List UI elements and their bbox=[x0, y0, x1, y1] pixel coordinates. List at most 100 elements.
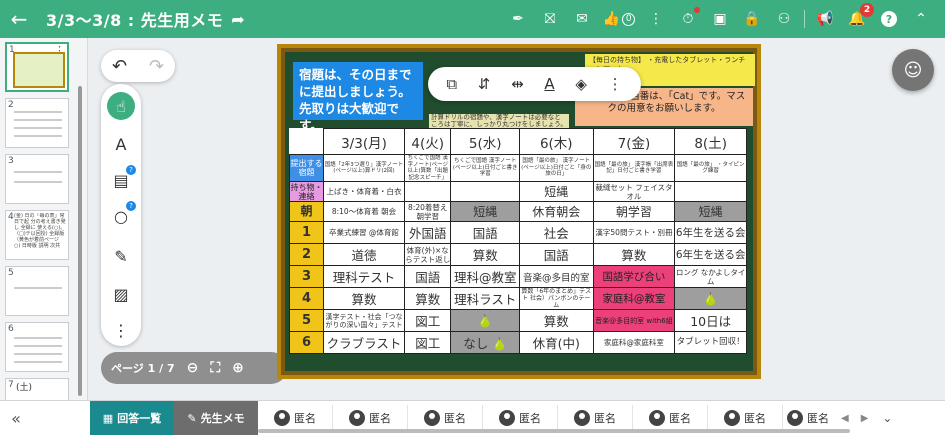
notification-badge: 2 bbox=[860, 3, 874, 17]
table-cell bbox=[450, 181, 520, 202]
table-cell: 朝学習 bbox=[592, 201, 676, 222]
lock-button[interactable]: 🔒 bbox=[739, 6, 765, 32]
row-label: 持ち物・連絡 bbox=[289, 181, 324, 202]
group-button[interactable]: ⚇ bbox=[771, 6, 797, 32]
help-button[interactable]: ? bbox=[876, 6, 902, 32]
student-entry[interactable]: 匿名 bbox=[783, 405, 833, 431]
presentation-button[interactable]: ⛝ bbox=[537, 6, 563, 32]
student-list-scrollbar[interactable] bbox=[258, 429, 850, 433]
back-button[interactable]: ← bbox=[0, 0, 38, 38]
drill-note[interactable]: 計算ドリルの宿題や、漢字ノートは必要なところは丁寧に、しっかり丸つけをしましょう… bbox=[429, 114, 569, 128]
table-cell: 図工 bbox=[403, 309, 452, 332]
thumbnail-scrollbar[interactable] bbox=[78, 86, 82, 396]
table-cell: ちくごで国語 漢字ノート(ページ以上)日付ごと書き学習 bbox=[450, 154, 520, 182]
expand-bottom-button[interactable]: ⌄ bbox=[882, 411, 892, 425]
student-entry[interactable]: 匿名 bbox=[333, 405, 408, 431]
line-spacing-button[interactable]: ⇵ bbox=[478, 75, 491, 93]
page-title: 3/3〜3/8 : 先生用メモ bbox=[46, 11, 224, 30]
page-thumbnail-6[interactable]: 6 bbox=[5, 322, 69, 372]
row-label: 提出する宿題 bbox=[289, 154, 324, 182]
page-thumbnail-3[interactable]: 3 bbox=[5, 154, 69, 204]
avatar bbox=[274, 410, 290, 426]
page-thumbnail-4[interactable]: 4 (金) 日の「毎の表」常日で起 分の考え書き発し 全録に 使える(○)。（□… bbox=[5, 210, 69, 260]
thumbs-up-button[interactable]: 👍 0 bbox=[601, 6, 637, 32]
duplicate-button[interactable]: ⧉ bbox=[446, 75, 457, 93]
redo-button[interactable]: ↷ bbox=[149, 56, 164, 77]
screen-share-icon: ▣ bbox=[713, 11, 727, 27]
thumbs-up-icon: 👍 bbox=[602, 11, 621, 27]
more-menu-button[interactable]: ⋮ bbox=[643, 6, 669, 32]
row-label: 6 bbox=[289, 331, 324, 354]
answers-list-tab[interactable]: ▦ 回答一覧 bbox=[90, 400, 174, 435]
collapse-header-button[interactable]: ⌃ bbox=[908, 6, 934, 32]
table-cell: 理科@教室 bbox=[450, 265, 520, 288]
period-row-4: 4 算数 算数 理科ラスト 算数「6年のまとめ」テスト 社会）パンボンのテーム … bbox=[289, 287, 747, 310]
table-cell: ちくごで国語 漢字ノート(ページ以上)算数「出題記念スピーチ」 bbox=[403, 154, 452, 182]
row-label: 2 bbox=[289, 243, 324, 266]
table-cell: 理科テスト bbox=[323, 265, 405, 288]
period-row-6: 6 クラブラスト 図工 なし 🍐 休育(中) 家庭科@家庭科室 タブレット回収！ bbox=[289, 331, 747, 354]
table-cell: 国語学び合い bbox=[592, 265, 676, 288]
student-entry[interactable]: 匿名 bbox=[633, 405, 708, 431]
table-cell: 図工 bbox=[403, 331, 452, 354]
teacher-memo-tab[interactable]: ✎ 先生メモ bbox=[174, 400, 258, 435]
student-entry[interactable]: 匿名 bbox=[258, 405, 333, 431]
fit-screen-button[interactable]: ⛶ bbox=[210, 360, 220, 376]
timer-button[interactable]: ⏱ bbox=[675, 6, 701, 32]
scroll-right-button[interactable]: ▶ bbox=[861, 413, 869, 424]
screen-share-button[interactable]: ▣ bbox=[707, 6, 733, 32]
more-tools-button[interactable]: ⋮ bbox=[107, 316, 135, 344]
text-tool-button[interactable]: A bbox=[107, 130, 135, 158]
sticky-note-tool-button[interactable]: ▤? bbox=[107, 165, 136, 194]
format-more-button[interactable]: ⋮ bbox=[608, 75, 623, 93]
pen-filter-button[interactable]: ✒ bbox=[505, 6, 531, 32]
share-button[interactable]: ➦ bbox=[231, 10, 244, 29]
period-row-1: 1 卒業式練習 @体育館 外国語 国語 社会 漢字50問テスト・別冊 6年生を送… bbox=[289, 221, 747, 244]
table-cell: 国語「最の旅」 ・タイピング練習 bbox=[674, 154, 747, 182]
table-cell: 10日は bbox=[674, 309, 747, 332]
zoom-out-button[interactable]: ⊖ bbox=[187, 360, 199, 376]
comment-button[interactable]: ✉ bbox=[569, 6, 595, 32]
scroll-left-button[interactable]: ◀ bbox=[841, 413, 849, 424]
avatar bbox=[424, 410, 440, 426]
announce-button[interactable]: 📢 bbox=[812, 6, 838, 32]
pen-tool-button[interactable]: ✎ bbox=[107, 242, 135, 270]
avatar bbox=[499, 410, 515, 426]
drawing-tool-panel: ☝ A ▤? ○? ✎ ▨ ⋮ bbox=[101, 84, 141, 346]
student-entry[interactable]: 匿名 bbox=[708, 405, 783, 431]
student-entry[interactable]: 匿名 bbox=[483, 405, 558, 431]
table-cell: 算数 bbox=[403, 287, 452, 310]
schedule-header-row: 3/3(月) 4(火) 5(水) 6(木) 7(金) 8(土) bbox=[289, 128, 747, 155]
presenter-mode-button[interactable]: ☺ bbox=[892, 49, 934, 91]
table-cell: 算数 bbox=[518, 309, 594, 332]
font-color-icon: A bbox=[544, 75, 555, 93]
avatar bbox=[724, 410, 740, 426]
page-thumbnail-1[interactable]: 1 ⋮ bbox=[5, 42, 69, 92]
weekly-schedule-table: 3/3(月) 4(火) 5(水) 6(木) 7(金) 8(土) 提出する宿題 国… bbox=[289, 128, 747, 354]
page-thumbnail-2[interactable]: 2 bbox=[5, 98, 69, 148]
undo-button[interactable]: ↶ bbox=[112, 56, 127, 77]
page-thumbnail-7[interactable]: 7 (土) bbox=[5, 378, 69, 400]
font-color-button[interactable]: A bbox=[544, 75, 554, 93]
lock-icon: 🔒 bbox=[743, 11, 761, 27]
share-arrow-icon: ➦ bbox=[231, 9, 245, 29]
letter-spacing-button[interactable]: ⇹ bbox=[511, 75, 524, 93]
collapse-panel-button[interactable]: « bbox=[0, 409, 32, 428]
table-cell: 6年生を送る会 bbox=[674, 243, 747, 266]
shape-tool-button[interactable]: ○? bbox=[107, 201, 136, 230]
image-tool-button[interactable]: ▨ bbox=[107, 280, 135, 308]
fill-color-button[interactable]: ◈ bbox=[575, 75, 587, 93]
zoom-in-button[interactable]: ⊕ bbox=[232, 360, 244, 376]
notification-button[interactable]: 🔔 2 bbox=[844, 3, 874, 32]
student-entry[interactable]: 匿名 bbox=[408, 405, 483, 431]
student-entry[interactable]: 匿名 bbox=[558, 405, 633, 431]
homework-note[interactable]: 宿題は、その日までに提出しましょう。先取りは大歓迎です。 bbox=[293, 62, 423, 133]
table-cell: 裁縫セット フェイスタオル bbox=[592, 181, 676, 202]
table-cell: ロング なかよしタイム bbox=[674, 265, 747, 288]
table-cell: 音楽@多目的室 bbox=[518, 265, 594, 288]
timer-icon: ⏱ bbox=[682, 11, 694, 27]
row-label: 朝 bbox=[289, 201, 324, 222]
select-tool-button[interactable]: ☝ bbox=[107, 92, 135, 120]
page-thumbnail-5[interactable]: 5 bbox=[5, 266, 69, 316]
table-cell: 漢字テスト・社会「つながりの深い国々」テスト bbox=[323, 309, 405, 332]
